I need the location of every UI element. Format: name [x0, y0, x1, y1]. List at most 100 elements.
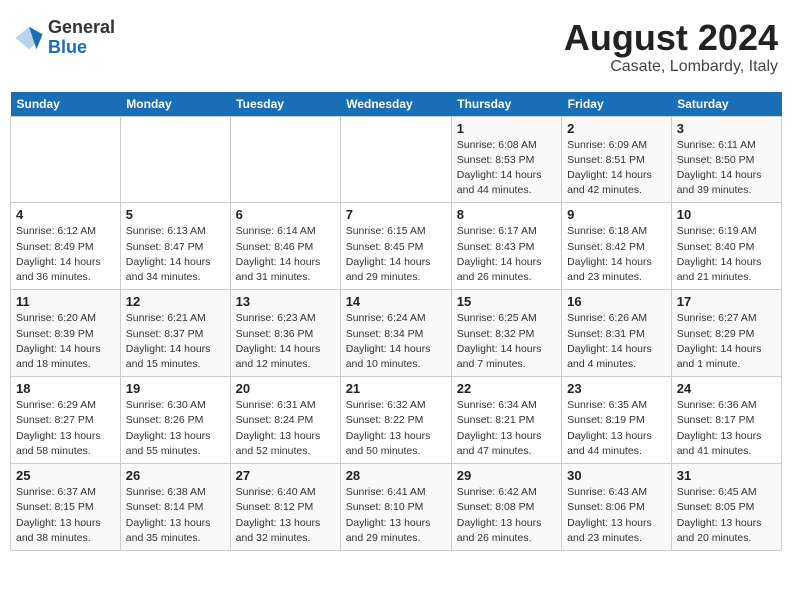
day-number: 22: [457, 381, 556, 396]
day-number: 30: [567, 468, 666, 483]
day-info: Sunrise: 6:45 AM Sunset: 8:05 PM Dayligh…: [677, 485, 776, 546]
day-number: 24: [677, 381, 776, 396]
day-number: 18: [16, 381, 115, 396]
day-cell: 26 Sunrise: 6:38 AM Sunset: 8:14 PM Dayli…: [120, 464, 230, 551]
day-info: Sunrise: 6:21 AM Sunset: 8:37 PM Dayligh…: [126, 311, 225, 372]
day-info: Sunrise: 6:12 AM Sunset: 8:49 PM Dayligh…: [16, 224, 115, 285]
day-cell: 5 Sunrise: 6:13 AM Sunset: 8:47 PM Daylig…: [120, 203, 230, 290]
day-number: 9: [567, 207, 666, 222]
day-cell: 16Sunrise: 6:26 AM Sunset: 8:31 PM Dayli…: [562, 290, 672, 377]
week-row-5: 25 Sunrise: 6:37 AM Sunset: 8:15 PM Dayli…: [11, 464, 782, 551]
day-number: 19: [126, 381, 225, 396]
day-number: 6: [236, 207, 335, 222]
day-info: Sunrise: 6:09 AM Sunset: 8:51 PM Dayligh…: [567, 138, 666, 199]
day-cell: 10 Sunrise: 6:19 AM Sunset: 8:40 PM Dayli…: [671, 203, 781, 290]
day-cell: 27 Sunrise: 6:40 AM Sunset: 8:12 PM Dayli…: [230, 464, 340, 551]
day-cell: 14 Sunrise: 6:24 AM Sunset: 8:34 PM Dayli…: [340, 290, 451, 377]
week-row-3: 11Sunrise: 6:20 AM Sunset: 8:39 PM Dayli…: [11, 290, 782, 377]
day-cell: 9 Sunrise: 6:18 AM Sunset: 8:42 PM Daylig…: [562, 203, 672, 290]
day-cell: 25 Sunrise: 6:37 AM Sunset: 8:15 PM Dayli…: [11, 464, 121, 551]
week-row-1: 1 Sunrise: 6:08 AM Sunset: 8:53 PM Daylig…: [11, 116, 782, 203]
day-info: Sunrise: 6:19 AM Sunset: 8:40 PM Dayligh…: [677, 224, 776, 285]
location-subtitle: Casate, Lombardy, Italy: [564, 58, 778, 76]
day-cell: 15 Sunrise: 6:25 AM Sunset: 8:32 PM Dayli…: [451, 290, 561, 377]
day-number: 31: [677, 468, 776, 483]
day-number: 13: [236, 294, 335, 309]
day-number: 27: [236, 468, 335, 483]
day-number: 5: [126, 207, 225, 222]
day-info: Sunrise: 6:14 AM Sunset: 8:46 PM Dayligh…: [236, 224, 335, 285]
day-cell: 31 Sunrise: 6:45 AM Sunset: 8:05 PM Dayli…: [671, 464, 781, 551]
month-year-title: August 2024: [564, 18, 778, 58]
day-cell: 18 Sunrise: 6:29 AM Sunset: 8:27 PM Dayli…: [11, 377, 121, 464]
day-number: 8: [457, 207, 556, 222]
day-info: Sunrise: 6:37 AM Sunset: 8:15 PM Dayligh…: [16, 485, 115, 546]
day-cell: 12 Sunrise: 6:21 AM Sunset: 8:37 PM Dayli…: [120, 290, 230, 377]
day-info: Sunrise: 6:17 AM Sunset: 8:43 PM Dayligh…: [457, 224, 556, 285]
column-header-monday: Monday: [120, 92, 230, 117]
day-number: 17: [677, 294, 776, 309]
day-cell: 29 Sunrise: 6:42 AM Sunset: 8:08 PM Dayli…: [451, 464, 561, 551]
day-number: 28: [346, 468, 446, 483]
day-cell: 17Sunrise: 6:27 AM Sunset: 8:29 PM Dayli…: [671, 290, 781, 377]
day-info: Sunrise: 6:15 AM Sunset: 8:45 PM Dayligh…: [346, 224, 446, 285]
day-info: Sunrise: 6:08 AM Sunset: 8:53 PM Dayligh…: [457, 138, 556, 199]
day-info: Sunrise: 6:35 AM Sunset: 8:19 PM Dayligh…: [567, 398, 666, 459]
day-cell: 7 Sunrise: 6:15 AM Sunset: 8:45 PM Daylig…: [340, 203, 451, 290]
day-cell: 6 Sunrise: 6:14 AM Sunset: 8:46 PM Daylig…: [230, 203, 340, 290]
day-info: Sunrise: 6:34 AM Sunset: 8:21 PM Dayligh…: [457, 398, 556, 459]
day-info: Sunrise: 6:36 AM Sunset: 8:17 PM Dayligh…: [677, 398, 776, 459]
day-info: Sunrise: 6:18 AM Sunset: 8:42 PM Dayligh…: [567, 224, 666, 285]
day-cell: [340, 116, 451, 203]
day-info: Sunrise: 6:30 AM Sunset: 8:26 PM Dayligh…: [126, 398, 225, 459]
day-cell: 30 Sunrise: 6:43 AM Sunset: 8:06 PM Dayli…: [562, 464, 672, 551]
day-number: 29: [457, 468, 556, 483]
day-info: Sunrise: 6:40 AM Sunset: 8:12 PM Dayligh…: [236, 485, 335, 546]
day-number: 23: [567, 381, 666, 396]
page-header: General Blue August 2024 Casate, Lombard…: [10, 10, 782, 84]
logo-icon: [14, 23, 44, 53]
day-number: 15: [457, 294, 556, 309]
day-number: 16: [567, 294, 666, 309]
day-number: 2: [567, 121, 666, 136]
day-number: 7: [346, 207, 446, 222]
day-number: 25: [16, 468, 115, 483]
day-cell: 8 Sunrise: 6:17 AM Sunset: 8:43 PM Daylig…: [451, 203, 561, 290]
day-cell: 3Sunrise: 6:11 AM Sunset: 8:50 PM Daylig…: [671, 116, 781, 203]
day-cell: [11, 116, 121, 203]
day-cell: 22 Sunrise: 6:34 AM Sunset: 8:21 PM Dayli…: [451, 377, 561, 464]
day-cell: 2 Sunrise: 6:09 AM Sunset: 8:51 PM Daylig…: [562, 116, 672, 203]
column-header-thursday: Thursday: [451, 92, 561, 117]
week-row-2: 4Sunrise: 6:12 AM Sunset: 8:49 PM Daylig…: [11, 203, 782, 290]
day-info: Sunrise: 6:31 AM Sunset: 8:24 PM Dayligh…: [236, 398, 335, 459]
day-number: 26: [126, 468, 225, 483]
day-number: 10: [677, 207, 776, 222]
day-number: 14: [346, 294, 446, 309]
day-info: Sunrise: 6:11 AM Sunset: 8:50 PM Dayligh…: [677, 138, 776, 199]
logo: General Blue: [14, 18, 115, 58]
calendar-table: SundayMondayTuesdayWednesdayThursdayFrid…: [10, 92, 782, 551]
day-cell: 21Sunrise: 6:32 AM Sunset: 8:22 PM Dayli…: [340, 377, 451, 464]
day-cell: 28Sunrise: 6:41 AM Sunset: 8:10 PM Dayli…: [340, 464, 451, 551]
column-header-wednesday: Wednesday: [340, 92, 451, 117]
day-info: Sunrise: 6:42 AM Sunset: 8:08 PM Dayligh…: [457, 485, 556, 546]
day-number: 1: [457, 121, 556, 136]
day-info: Sunrise: 6:24 AM Sunset: 8:34 PM Dayligh…: [346, 311, 446, 372]
day-info: Sunrise: 6:13 AM Sunset: 8:47 PM Dayligh…: [126, 224, 225, 285]
day-cell: 4Sunrise: 6:12 AM Sunset: 8:49 PM Daylig…: [11, 203, 121, 290]
day-number: 21: [346, 381, 446, 396]
day-cell: 1 Sunrise: 6:08 AM Sunset: 8:53 PM Daylig…: [451, 116, 561, 203]
day-cell: 13Sunrise: 6:23 AM Sunset: 8:36 PM Dayli…: [230, 290, 340, 377]
column-header-sunday: Sunday: [11, 92, 121, 117]
day-info: Sunrise: 6:38 AM Sunset: 8:14 PM Dayligh…: [126, 485, 225, 546]
day-cell: 11Sunrise: 6:20 AM Sunset: 8:39 PM Dayli…: [11, 290, 121, 377]
day-cell: [120, 116, 230, 203]
day-cell: 19 Sunrise: 6:30 AM Sunset: 8:26 PM Dayli…: [120, 377, 230, 464]
day-cell: 24 Sunrise: 6:36 AM Sunset: 8:17 PM Dayli…: [671, 377, 781, 464]
day-info: Sunrise: 6:43 AM Sunset: 8:06 PM Dayligh…: [567, 485, 666, 546]
day-info: Sunrise: 6:29 AM Sunset: 8:27 PM Dayligh…: [16, 398, 115, 459]
logo-general-text: General: [48, 18, 115, 38]
day-number: 11: [16, 294, 115, 309]
day-info: Sunrise: 6:25 AM Sunset: 8:32 PM Dayligh…: [457, 311, 556, 372]
day-number: 12: [126, 294, 225, 309]
